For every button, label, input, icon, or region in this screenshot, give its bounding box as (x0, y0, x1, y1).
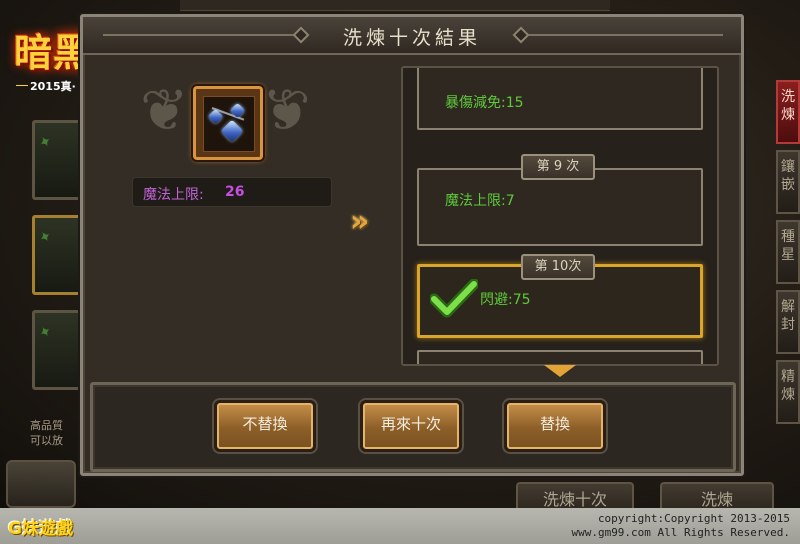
stat-label: 魔法上限: (143, 187, 204, 203)
footer-copyright: copyright:Copyright 2013-2015 www.gm99.c… (571, 512, 790, 540)
left-item-column: ✦ ✦ ✦ (32, 110, 82, 470)
retry-ten-button[interactable]: 再來十次 (360, 400, 462, 452)
dialog-header: 洗煉十次結果 (83, 17, 741, 55)
keep-button[interactable]: 不替換 (214, 400, 316, 452)
tab-smelt[interactable]: 精煉 (776, 360, 800, 424)
tab-refine[interactable]: 洗煉 (776, 80, 800, 144)
dialog-title: 洗煉十次結果 (342, 27, 481, 49)
left-info-line: 可以放 (30, 434, 63, 447)
checkmark-icon (430, 279, 478, 318)
footer-brand: G妹遊戲 (8, 519, 73, 539)
item-slot[interactable]: ✦ (32, 310, 82, 390)
copyright-line: copyright:Copyright 2013-2015 (597, 512, 790, 525)
gem-shape (220, 119, 244, 143)
right-tab-column: 洗煉 鑲嵌 種星 解封 精煉 (776, 40, 800, 470)
tab-unseal[interactable]: 解封 (776, 290, 800, 354)
laurel-right-icon: ❦ (262, 76, 311, 144)
replace-button[interactable]: 替換 (504, 400, 606, 452)
result-text: 魔法上限:7 (445, 193, 515, 209)
item-slot[interactable]: ✦ (32, 215, 82, 295)
result-card[interactable] (417, 350, 703, 364)
results-list[interactable]: 暴傷減免:15 魔法上限:7 第 9 次 閃避:75 第 10次 (401, 66, 719, 366)
item-slot[interactable]: ✦ (32, 120, 82, 200)
result-text: 暴傷減免:15 (445, 95, 524, 111)
current-stat-box: 魔法上限: 26 (132, 177, 332, 207)
stat-value: 26 (225, 184, 245, 200)
item-slot-selected[interactable] (193, 86, 263, 160)
tab-star[interactable]: 種星 (776, 220, 800, 284)
tab-inlay[interactable]: 鑲嵌 (776, 150, 800, 214)
footer-banner: G妹遊戲 copyright:Copyright 2013-2015 www.g… (0, 508, 800, 544)
left-info-text: 高品質 可以放 (30, 418, 63, 448)
double-arrow-right-icon: » (350, 204, 370, 239)
result-text: 閃避:75 (480, 292, 531, 308)
top-resource-bar (180, 0, 610, 11)
result-round-label: 第 9 次 (521, 154, 595, 180)
copyright-line: www.gm99.com All Rights Reserved. (571, 526, 790, 539)
scroll-down-icon[interactable] (544, 365, 576, 377)
left-info-line: 高品質 (30, 419, 63, 432)
back-button[interactable] (6, 460, 76, 508)
result-card[interactable]: 暴傷減免:15 (417, 68, 703, 130)
gem-necklace-icon (203, 96, 255, 152)
result-round-label: 第 10次 (521, 254, 595, 280)
laurel-left-icon: ❦ (140, 76, 189, 144)
